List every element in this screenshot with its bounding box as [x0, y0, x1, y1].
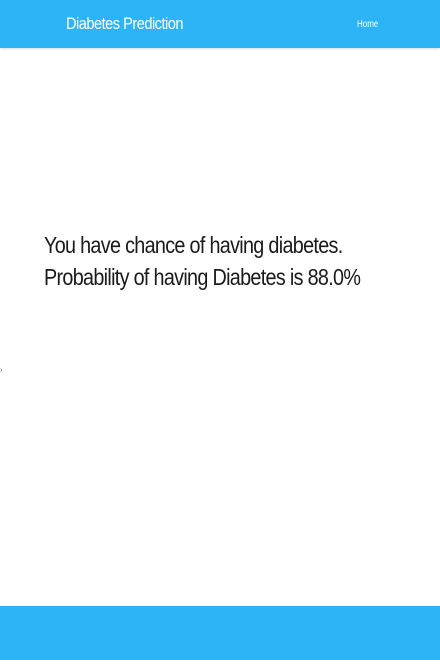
top-navbar: Diabetes Prediction Home: [0, 0, 440, 48]
page: Diabetes Prediction Home You have chance…: [0, 0, 440, 660]
brand-link[interactable]: Diabetes Prediction: [66, 14, 183, 34]
side-mark: ›: [0, 367, 3, 374]
nav-home-link[interactable]: Home: [357, 19, 378, 30]
prediction-result-text: You have chance of having diabetes. Prob…: [44, 232, 361, 290]
footer-bar: [0, 606, 440, 660]
